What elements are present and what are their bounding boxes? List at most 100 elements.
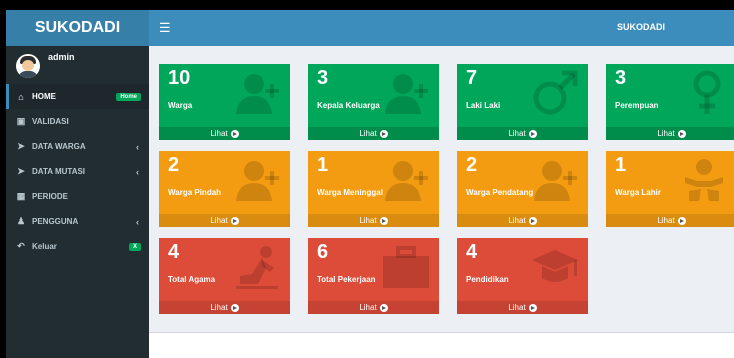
- more-info-link[interactable]: Lihat: [308, 127, 439, 140]
- stat-box-laki-laki: 7 Laki Laki Lihat: [457, 64, 588, 140]
- chevron-left-icon: ‹: [136, 141, 139, 152]
- app-logo[interactable]: SUKODADI: [6, 10, 149, 46]
- more-info-link[interactable]: Lihat: [308, 214, 439, 227]
- stat-label: Total Pekerjaan: [317, 275, 376, 284]
- arrow-circle-right-icon: [230, 216, 239, 225]
- sidebar-item-pengguna[interactable]: ♟ PENGGUNA ‹: [6, 209, 149, 234]
- more-info-link[interactable]: Lihat: [606, 214, 734, 227]
- female-icon: [679, 70, 729, 116]
- arrow-circle-right-icon: [528, 303, 537, 312]
- stat-box-warga: 10 Warga Lihat: [159, 64, 290, 140]
- more-info-link[interactable]: Lihat: [159, 301, 290, 314]
- arrow-circle-right-icon: [677, 216, 686, 225]
- stat-box-warga-meninggal: 1 Warga Meninggal Lihat: [308, 151, 439, 227]
- arrow-circle-right-icon: [528, 129, 537, 138]
- sidebar-item-data-mutasi[interactable]: ➤ DATA MUTASI ‹: [6, 159, 149, 184]
- graduation-cap-icon: [530, 244, 580, 290]
- username: admin: [48, 52, 75, 62]
- stat-value: 7: [466, 67, 478, 89]
- reply-icon: ↶: [17, 241, 25, 251]
- sidebar-item-label: DATA WARGA: [32, 142, 86, 151]
- stat-box-total-agama: 4 Total Agama Lihat: [159, 238, 290, 314]
- arrow-circle-right-icon: [230, 303, 239, 312]
- stat-value: 10: [168, 67, 191, 89]
- logout-badge: X: [128, 242, 141, 251]
- stat-value: 2: [168, 154, 180, 176]
- stat-box-warga-lahir: 1 Warga Lahir Lihat: [606, 151, 734, 227]
- stat-label: Warga Pendatang: [466, 188, 534, 197]
- topbar-title: SUKODADI: [617, 22, 666, 32]
- home-badge: Home: [116, 92, 141, 101]
- stat-box-perempuan: 3 Perempuan Lihat: [606, 64, 734, 140]
- home-icon: ⌂: [18, 91, 24, 102]
- arrow-circle-right-icon: [379, 216, 388, 225]
- table-icon: ▦: [16, 191, 26, 201]
- sidebar-item-label: DATA MUTASI: [32, 167, 86, 176]
- avatar: [16, 54, 40, 78]
- praying-icon: [232, 244, 282, 290]
- top-navbar: ☰ SUKODADI: [149, 10, 734, 46]
- stat-value: 3: [615, 67, 627, 89]
- sidebar-item-label: PENGGUNA: [32, 217, 79, 226]
- stat-value: 3: [317, 67, 329, 89]
- sidebar-item-label: Keluar: [32, 242, 57, 251]
- stat-value: 1: [317, 154, 329, 176]
- more-info-link[interactable]: Lihat: [159, 127, 290, 140]
- sidebar-item-periode[interactable]: ▦ PERIODE: [6, 184, 149, 209]
- user-plus-icon: [232, 70, 282, 116]
- stat-label: Warga Meninggal: [317, 188, 383, 197]
- sidebar-item-keluar[interactable]: ↶ Keluar X: [6, 234, 149, 259]
- stat-label: Pendidikan: [466, 275, 509, 284]
- chevron-left-icon: ‹: [136, 216, 139, 227]
- more-info-link[interactable]: Lihat: [457, 301, 588, 314]
- sidebar-menu: ⌂ HOME Home ▣ VALIDASI ➤ DATA WARGA ‹ ➤ …: [6, 84, 149, 259]
- app-window: SUKODADI ☰ SUKODADI admin ⌂ HOME Home ▣ …: [6, 10, 734, 358]
- stat-label: Perempuan: [615, 101, 659, 110]
- send-icon: ➤: [17, 141, 25, 151]
- stat-value: 6: [317, 241, 329, 263]
- stat-label: Kepala Keluarga: [317, 101, 380, 110]
- send-icon: ➤: [17, 166, 25, 176]
- arrow-circle-right-icon: [379, 303, 388, 312]
- chevron-left-icon: ‹: [136, 166, 139, 177]
- arrow-circle-right-icon: [230, 129, 239, 138]
- stat-value: 1: [615, 154, 627, 176]
- stat-box-kepala-keluarga: 3 Kepala Keluarga Lihat: [308, 64, 439, 140]
- page-footer: [149, 332, 734, 358]
- menu-toggle-icon[interactable]: ☰: [159, 20, 171, 36]
- sidebar-item-data-warga[interactable]: ➤ DATA WARGA ‹: [6, 134, 149, 159]
- check-square-icon: ▣: [16, 116, 26, 126]
- user-plus-icon: ♟: [16, 216, 26, 226]
- sidebar-item-validasi[interactable]: ▣ VALIDASI: [6, 109, 149, 134]
- sidebar-item-label: PERIODE: [32, 192, 69, 201]
- baby-icon: [679, 157, 729, 203]
- briefcase-icon: [381, 244, 431, 290]
- stat-box-warga-pindah: 2 Warga Pindah Lihat: [159, 151, 290, 227]
- stat-value: 4: [168, 241, 180, 263]
- sidebar-item-label: VALIDASI: [32, 117, 69, 126]
- main-content: 10 Warga Lihat 3 Kepala Keluarga Lihat 7…: [149, 46, 734, 358]
- stat-value: 2: [466, 154, 478, 176]
- arrow-circle-right-icon: [379, 129, 388, 138]
- stat-label: Warga Lahir: [615, 188, 661, 197]
- more-info-link[interactable]: Lihat: [457, 127, 588, 140]
- sidebar-item-label: HOME: [32, 92, 56, 101]
- user-plus-icon: [530, 157, 580, 203]
- more-info-link[interactable]: Lihat: [159, 214, 290, 227]
- stat-label: Warga Pindah: [168, 188, 222, 197]
- stat-label: Laki Laki: [466, 101, 501, 110]
- stat-label: Warga: [168, 101, 193, 110]
- arrow-circle-right-icon: [528, 216, 537, 225]
- stat-box-pendidikan: 4 Pendidikan Lihat: [457, 238, 588, 314]
- arrow-circle-right-icon: [677, 129, 686, 138]
- more-info-link[interactable]: Lihat: [308, 301, 439, 314]
- sidebar: admin ⌂ HOME Home ▣ VALIDASI ➤ DATA WARG…: [6, 46, 149, 358]
- more-info-link[interactable]: Lihat: [457, 214, 588, 227]
- user-plus-icon: [232, 157, 282, 203]
- male-icon: [530, 70, 580, 116]
- stat-box-total-pekerjaan: 6 Total Pekerjaan Lihat: [308, 238, 439, 314]
- more-info-link[interactable]: Lihat: [606, 127, 734, 140]
- sidebar-item-home[interactable]: ⌂ HOME Home: [6, 84, 149, 109]
- user-panel: admin: [6, 46, 149, 84]
- user-plus-icon: [381, 70, 431, 116]
